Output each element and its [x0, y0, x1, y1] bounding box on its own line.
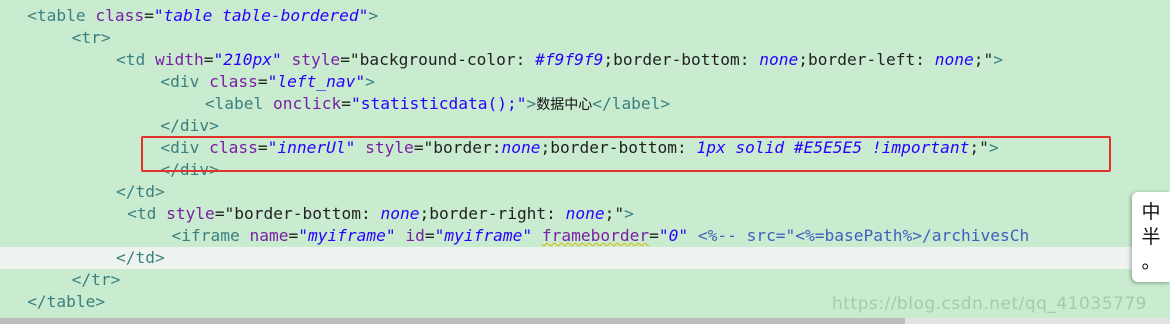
code-token: </table>	[27, 292, 106, 311]
code-token: </label>	[592, 94, 671, 113]
code-token: name	[249, 226, 289, 245]
code-editor[interactable]: > <table class="table table-bordered"><t…	[0, 0, 1170, 324]
code-token: =	[203, 50, 214, 69]
code-token: "table table-bordered"	[153, 6, 369, 25]
ime-char-ban: 半	[1141, 225, 1161, 248]
code-token: id	[405, 226, 425, 245]
code-line[interactable]: <table class="table table-bordered">	[0, 5, 1170, 27]
code-token: "myiframe"	[434, 226, 533, 245]
side-ime-widget[interactable]: 中 半 。	[1132, 192, 1170, 282]
code-token: class	[95, 6, 145, 25]
code-token: #f9f9f9	[535, 50, 604, 69]
code-token: none	[380, 204, 420, 223]
code-token: "left_nav"	[267, 72, 366, 91]
code-token: <iframe	[171, 226, 250, 245]
code-line[interactable]: <label onclick="statisticdata();">数据中心</…	[0, 93, 1170, 115]
code-line[interactable]: <tr>	[0, 27, 1170, 49]
code-token: none	[759, 50, 799, 69]
code-line[interactable]: <iframe name="myiframe" id="myiframe" fr…	[0, 225, 1170, 247]
code-token: "0"	[658, 226, 689, 245]
watermark-url: https://blog.csdn.net/qq_41035779	[832, 294, 1147, 314]
code-token: =	[424, 226, 435, 245]
code-token: "statisticdata();"	[351, 94, 527, 113]
code-token: </tr>	[71, 270, 121, 289]
code-token: >	[365, 72, 375, 91]
code-line[interactable]: </div>	[0, 115, 1170, 137]
code-token: ;"	[973, 50, 994, 69]
code-token: ;"	[604, 204, 625, 223]
code-token: >	[368, 6, 379, 25]
code-token: <td	[116, 50, 155, 69]
code-line[interactable]: <td style="border-bottom: none;border-ri…	[0, 203, 1170, 225]
code-token: >	[624, 204, 634, 223]
code-token: =	[288, 226, 299, 245]
code-token: none	[934, 50, 974, 69]
code-token: frameborder	[541, 226, 650, 245]
code-token: =	[341, 94, 352, 113]
code-token: <%-- src="<%=basePath%>/archivesCh	[697, 226, 1030, 245]
code-token: >	[993, 50, 1003, 69]
code-line[interactable]: </td>	[0, 181, 1170, 203]
code-token: style	[166, 204, 215, 223]
code-token: >	[526, 94, 537, 113]
code-token: =	[257, 72, 268, 91]
code-token: =	[649, 226, 659, 245]
scrollbar-thumb[interactable]	[0, 318, 905, 324]
code-token: width	[154, 50, 204, 69]
code-token: <div	[160, 72, 210, 91]
code-line[interactable]: <td width="210px" style="background-colo…	[0, 49, 1170, 71]
code-token: none	[565, 204, 605, 223]
code-token: ;border-bottom:	[603, 50, 760, 69]
code-token: ="background-color:	[340, 50, 536, 69]
ime-char-zhong: 中	[1141, 200, 1161, 223]
code-token: 数据中心	[536, 97, 593, 113]
code-token: </td>	[116, 182, 165, 201]
code-token: style	[291, 50, 341, 69]
ime-char-period: 。	[1141, 250, 1161, 273]
code-token: <tr>	[71, 28, 111, 47]
code-token: "myiframe"	[298, 226, 396, 245]
code-line[interactable]: <div class="left_nav">	[0, 71, 1170, 93]
code-token: class	[209, 72, 258, 91]
code-token: </td>	[116, 248, 165, 267]
code-token: "210px"	[213, 50, 282, 69]
red-highlight-box	[141, 136, 1111, 172]
code-token: ="border-bottom:	[214, 204, 381, 223]
cut-off-line-fragment: >	[83, 0, 93, 3]
horizontal-scrollbar[interactable]	[0, 318, 1170, 324]
code-line[interactable]: </td>	[0, 247, 1170, 269]
code-token: onclick	[273, 94, 342, 113]
code-token: <label	[204, 94, 274, 113]
code-line[interactable]: </tr>	[0, 269, 1170, 291]
code-token: =	[144, 6, 154, 25]
code-token: </div>	[160, 116, 219, 135]
code-token: ;border-left:	[798, 50, 935, 69]
code-token: <td	[127, 204, 167, 223]
code-token: <table	[27, 6, 96, 25]
code-token: ;border-right:	[419, 204, 566, 223]
